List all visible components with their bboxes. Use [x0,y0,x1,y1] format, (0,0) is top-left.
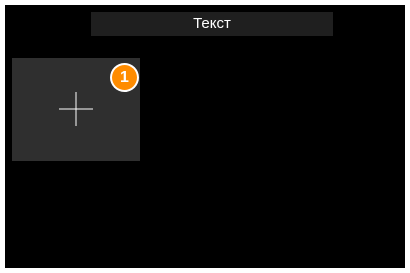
page-title: Текст [91,12,333,36]
add-item-tile[interactable]: 1 [12,58,140,161]
count-badge: 1 [112,65,137,90]
app-screen: Текст 1 [5,5,405,268]
plus-icon [58,91,94,127]
